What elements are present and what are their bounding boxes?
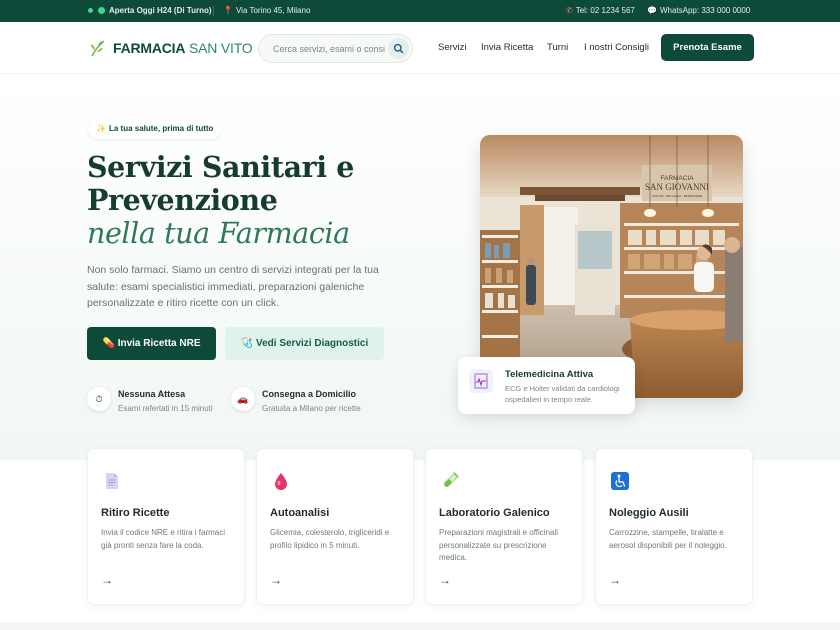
feature-title: Consegna a Domicilio bbox=[262, 389, 357, 399]
top-bar: Aperta Oggi H24 (Di Turno) 📍 Via Torino 4… bbox=[0, 0, 840, 22]
nav-servizi[interactable]: Servizi bbox=[438, 42, 467, 53]
status-dot-icon bbox=[88, 8, 93, 14]
leaf-logo-icon bbox=[91, 40, 105, 57]
search-input[interactable] bbox=[273, 42, 385, 56]
hero-title: Servizi Sanitari e Prevenzione bbox=[87, 151, 447, 217]
open-status-text: Aperta Oggi H24 (Di Turno) bbox=[109, 6, 212, 15]
test-tube-icon bbox=[443, 472, 459, 488]
diagnostic-services-button[interactable]: 🩺 Vedi Servizi Diagnostici bbox=[225, 327, 384, 360]
search-button[interactable] bbox=[388, 38, 409, 59]
feature-title: Nessuna Attesa bbox=[118, 389, 186, 399]
pill-icon: 💊 bbox=[102, 338, 115, 349]
service-card-ausili[interactable]: Noleggio Ausili Carrozzine, stampelle, t… bbox=[595, 448, 753, 605]
phone-icon: ✆ bbox=[566, 6, 573, 15]
service-title: Noleggio Ausili bbox=[609, 507, 689, 519]
tagline-pill: ✨ La tua salute, prima di tutto bbox=[88, 119, 222, 139]
send-prescription-button[interactable]: 💊 Invia Ricetta NRE bbox=[87, 327, 216, 360]
hero-lead: Non solo farmaci. Siamo un centro di ser… bbox=[87, 264, 379, 309]
clock-icon bbox=[98, 7, 105, 15]
hero-title-line1: Servizi Sanitari e bbox=[87, 150, 354, 184]
hero-title-italic: nella tua Farmacia bbox=[87, 217, 350, 250]
divider bbox=[213, 6, 214, 16]
logo-light: SAN VITO bbox=[189, 40, 253, 56]
blood-drop-icon bbox=[275, 473, 287, 490]
sparkle-icon: ✨ bbox=[96, 124, 106, 133]
telemedicine-title: Telemedicina Attiva bbox=[505, 369, 594, 380]
car-icon: 🚗 bbox=[231, 387, 255, 411]
open-status: Aperta Oggi H24 (Di Turno) bbox=[88, 0, 212, 22]
service-desc: Invia il codice NRE e ritira i farmaci g… bbox=[101, 528, 226, 550]
arrow-right-icon[interactable]: → bbox=[101, 573, 113, 587]
arrow-right-icon[interactable]: → bbox=[609, 573, 621, 587]
tagline-text: La tua salute, prima di tutto bbox=[108, 124, 214, 133]
feature-subtitle: Esami refertati in 15 minuti bbox=[118, 404, 213, 413]
service-title: Laboratorio Galenico bbox=[439, 507, 550, 519]
photo-sign-line1: FARMACIA bbox=[660, 175, 694, 182]
nav-turni[interactable]: Turni bbox=[547, 42, 568, 53]
logo-bold: FARMACIA bbox=[113, 40, 186, 56]
phone-link[interactable]: ✆ Tel: 02 1234 567 bbox=[566, 0, 635, 22]
service-desc: Glicemia, colesterolo, trigliceridi e pr… bbox=[270, 528, 390, 550]
site-header: FARMACIA SAN VITO Servizi Invia Ricetta … bbox=[0, 22, 840, 74]
hero-title-line2: Prevenzione bbox=[87, 183, 278, 217]
hero-section: ✨ La tua salute, prima di tutto Servizi S… bbox=[0, 75, 840, 460]
whatsapp-text[interactable]: WhatsApp: 333 000 0000 bbox=[660, 6, 750, 15]
feature-subtitle: Gratuita a Milano per ricette bbox=[262, 404, 361, 413]
search-icon bbox=[393, 43, 404, 54]
diagnostic-services-label: Vedi Servizi Diagnostici bbox=[255, 338, 369, 349]
whatsapp-link[interactable]: 💬 WhatsApp: 333 000 0000 bbox=[647, 0, 750, 22]
map-pin-icon: 📍 bbox=[223, 6, 233, 15]
service-title: Autoanalisi bbox=[270, 507, 330, 519]
service-desc: Carrozzine, stampelle, tiralatte e aeros… bbox=[609, 528, 727, 550]
search-box bbox=[258, 34, 413, 63]
service-card-galenico[interactable]: Laboratorio Galenico Preparazioni magist… bbox=[425, 448, 583, 605]
address-text: Via Torino 45, Milano bbox=[235, 6, 311, 16]
section-divider bbox=[0, 622, 840, 630]
stopwatch-icon: ⏱ bbox=[87, 387, 111, 411]
document-icon bbox=[106, 473, 118, 489]
stethoscope-icon: 🩺 bbox=[240, 338, 254, 349]
nav-consigli[interactable]: I nostri Consigli bbox=[584, 42, 649, 53]
chat-icon: 💬 bbox=[647, 6, 657, 15]
service-card-autoanalisi[interactable]: Autoanalisi Glicemia, colesterolo, trigl… bbox=[256, 448, 414, 605]
telemedicine-text: ECG e Holter validati da cardiologi ospe… bbox=[505, 384, 620, 404]
service-desc: Preparazioni magistrali e officinali per… bbox=[439, 528, 559, 562]
arrow-right-icon[interactable]: → bbox=[439, 573, 451, 587]
ecg-icon bbox=[469, 369, 493, 393]
send-prescription-label: Invia Ricetta NRE bbox=[117, 338, 201, 349]
arrow-right-icon[interactable]: → bbox=[270, 573, 282, 587]
service-card-ritiro[interactable]: Ritiro Ricette Invia il codice NRE e rit… bbox=[87, 448, 245, 605]
service-title: Ritiro Ricette bbox=[101, 507, 170, 519]
logo[interactable]: FARMACIA SAN VITO bbox=[113, 40, 253, 56]
book-exam-button[interactable]: Prenota Esame bbox=[661, 34, 754, 61]
telemedicine-card: Telemedicina Attiva ECG e Holter validat… bbox=[458, 357, 635, 414]
address: 📍 Via Torino 45, Milano bbox=[223, 0, 310, 22]
wheelchair-icon bbox=[611, 472, 629, 490]
phone-text[interactable]: Tel: 02 1234 567 bbox=[576, 6, 635, 15]
ecg-chart-icon bbox=[474, 373, 488, 389]
nav-invia-ricetta[interactable]: Invia Ricetta bbox=[481, 42, 533, 53]
